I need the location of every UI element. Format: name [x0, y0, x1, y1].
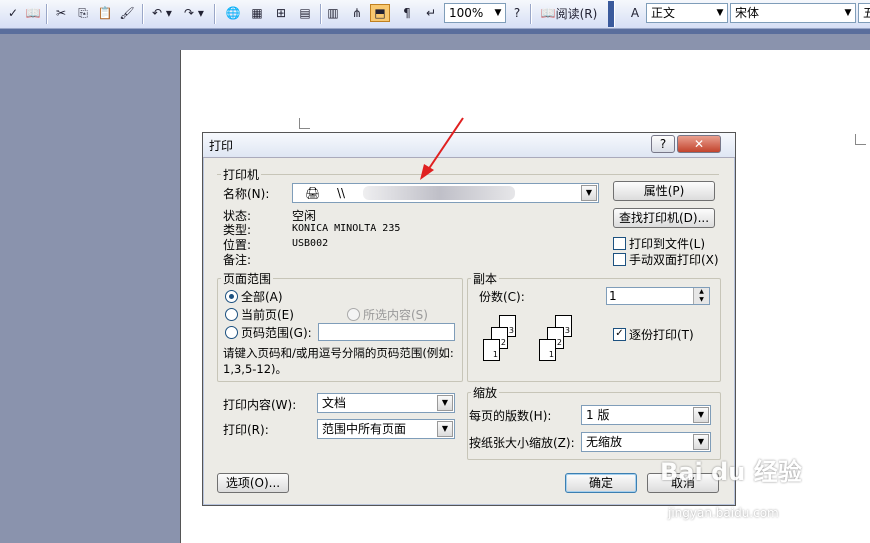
baidu-watermark-url: jingyan.baidu.com [668, 506, 779, 520]
baidu-watermark: Bai du 经验 [660, 458, 802, 486]
